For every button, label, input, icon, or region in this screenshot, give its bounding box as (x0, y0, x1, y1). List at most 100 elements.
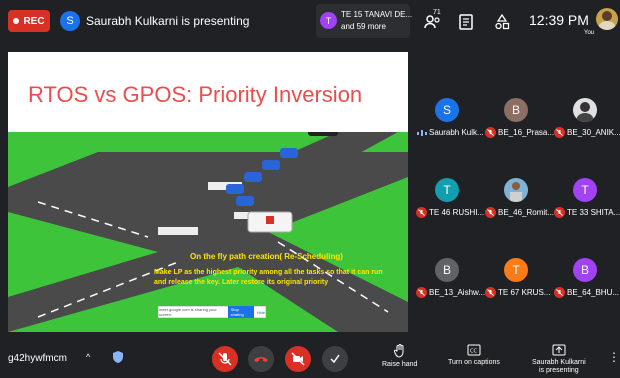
car (226, 184, 244, 194)
speaking-icon (417, 130, 427, 136)
other-participants-chip[interactable]: T TE 15 TANAVI DE... and 59 more (316, 4, 413, 38)
chat-button[interactable] (456, 12, 476, 32)
participant-name: TE 46 RUSHI... (429, 208, 485, 217)
participant-name: BE_46_Romit... (498, 208, 555, 217)
participant-tile[interactable]: BE_30_ANIK... (551, 84, 620, 164)
participant-grid: S Saurabh Kulk... B BE_16_Prasa... BE_30… (413, 84, 620, 324)
car (308, 132, 338, 136)
ambulance-cross (266, 216, 274, 224)
captions-button[interactable]: CC Turn on captions (448, 344, 500, 367)
slide-caption: Make LP as the highest priority among al… (154, 269, 383, 286)
hide-button[interactable]: Hide (257, 310, 265, 315)
participant-name: TE 15 TANAVI DE... (341, 10, 413, 19)
hang-up-button[interactable] (248, 346, 274, 372)
hang-up-icon (254, 357, 268, 362)
more-count: and 59 more (341, 22, 386, 31)
camera-toggle-button[interactable] (285, 346, 311, 372)
participant-name: BE_13_Aishw... (429, 288, 486, 297)
participant-count: 71 (433, 9, 441, 16)
mic-off-icon (554, 207, 565, 218)
you-label: You (584, 30, 595, 36)
clock: 12:39 PM (529, 12, 589, 28)
mic-off-icon (416, 207, 427, 218)
presenting-label-2: is presenting (539, 367, 579, 374)
bottom-bar: g42hywfmcm ^ Raise hand CC Turn on capti… (0, 338, 620, 378)
mic-off-icon (218, 352, 232, 366)
slide-title: RTOS vs GPOS: Priority Inversion (28, 82, 363, 107)
share-banner: meet.google.com is sharing your screen. … (158, 306, 266, 318)
participant-name: TE 33 SHITA... (567, 208, 620, 217)
participant-tile[interactable]: T TE 67 KRUS... (482, 244, 551, 324)
mic-off-icon (554, 127, 565, 138)
person-icon (576, 102, 594, 122)
participant-avatar: T (573, 178, 597, 202)
participant-name: Saurabh Kulk... (429, 128, 484, 137)
top-bar: REC S Saurabh Kulkarni is presenting T T… (0, 0, 620, 44)
more-options-icon[interactable]: ⋮ (608, 350, 620, 364)
record-dot-icon (13, 18, 20, 24)
captions-label: Turn on captions (448, 359, 500, 366)
mic-off-icon (485, 207, 496, 218)
presenting-label-1: Saurabh Kulkarni (532, 359, 586, 366)
mic-off-icon (485, 127, 496, 138)
recording-badge: REC (8, 10, 50, 32)
participant-tile[interactable]: S Saurabh Kulk... (413, 84, 484, 164)
activities-button[interactable] (492, 12, 512, 32)
chat-icon (459, 14, 473, 30)
participant-avatar: B (435, 258, 459, 282)
share-banner-text: meet.google.com is sharing your screen. (159, 307, 217, 317)
person-icon (510, 182, 522, 202)
camera-off-icon (291, 352, 305, 366)
mic-off-icon (416, 287, 427, 298)
meeting-code: g42hywfmcm (8, 353, 67, 364)
car (244, 172, 262, 182)
participant-avatar (504, 178, 528, 202)
hand-icon (393, 344, 404, 358)
participant-tile[interactable]: T TE 33 SHITA... (551, 164, 620, 244)
participant-avatar: T (320, 12, 337, 29)
participant-tile[interactable]: BE_46_Romit... (482, 164, 555, 244)
raise-hand-label: Raise hand (382, 361, 418, 368)
present-icon (552, 344, 566, 356)
participant-name: BE_30_ANIK... (567, 128, 620, 137)
presenter-avatar: S (60, 11, 80, 31)
slide-caption: On the fly path creation( Re-Scheduling) (190, 252, 343, 261)
shield-icon[interactable] (112, 350, 124, 369)
participant-avatar: S (435, 98, 459, 122)
shapes-icon (495, 14, 510, 30)
crosswalk (158, 227, 198, 235)
participant-tile[interactable]: B BE_16_Prasa... (482, 84, 555, 164)
stop-sharing-button[interactable]: Stop sharing (227, 306, 254, 318)
participant-avatar: B (504, 98, 528, 122)
car (262, 160, 280, 170)
car (236, 196, 254, 206)
participant-avatar (573, 98, 597, 122)
raise-hand-button[interactable]: Raise hand (382, 344, 417, 369)
participant-avatar: B (573, 258, 597, 282)
participant-name: BE_16_Prasa... (498, 128, 555, 137)
captions-icon: CC (467, 344, 481, 356)
svg-text:CC: CC (470, 349, 477, 355)
people-icon (424, 15, 440, 29)
participant-avatar: T (435, 178, 459, 202)
person-icon (598, 11, 616, 30)
participant-name: TE 67 KRUS... (498, 288, 551, 297)
mic-off-icon (554, 287, 565, 298)
check-icon (330, 354, 340, 364)
rec-label: REC (23, 15, 45, 27)
check-button[interactable] (322, 346, 348, 372)
participant-avatar: T (504, 258, 528, 282)
road-scene (8, 132, 408, 332)
presenting-button[interactable]: Saurabh Kulkarni is presenting (532, 344, 586, 375)
shared-screen: RTOS vs GPOS: Priority Inversion On the … (8, 52, 408, 332)
participant-tile[interactable]: B BE_64_BHU... (551, 244, 620, 324)
mic-off-icon (485, 287, 496, 298)
presenter-label: Saurabh Kulkarni is presenting (86, 14, 250, 28)
participant-name: BE_64_BHU... (567, 288, 620, 297)
participant-tile[interactable]: B BE_13_Aishw... (413, 244, 486, 324)
participant-tile[interactable]: T TE 46 RUSHI... (413, 164, 485, 244)
self-avatar[interactable] (596, 8, 618, 30)
car (280, 148, 298, 158)
mic-toggle-button[interactable] (212, 346, 238, 372)
chevron-up-icon[interactable]: ^ (86, 352, 90, 362)
